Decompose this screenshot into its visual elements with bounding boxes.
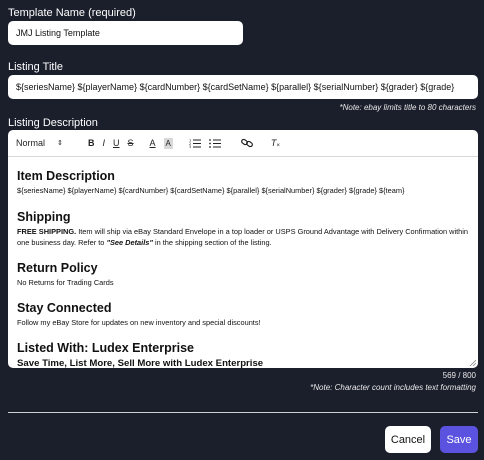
listing-title-input[interactable]: ${seriesName} ${playerName} ${cardNumber… (8, 75, 478, 99)
save-button[interactable]: Save (440, 426, 478, 453)
return-policy-text: No Returns for Trading Cards (17, 278, 114, 287)
svg-text:3: 3 (189, 145, 191, 148)
editor-content[interactable]: Item Description ${seriesName} ${playerN… (8, 157, 478, 368)
clear-format-button[interactable]: T × (271, 135, 280, 151)
bold-button[interactable]: B (88, 135, 95, 151)
shipping-tail-text: in the shipping section of the listing. (152, 238, 272, 247)
cancel-button[interactable]: Cancel (385, 426, 431, 453)
description-editor[interactable]: Normal ⇕ B I U S A A 123 T × Item Descrip… (8, 130, 478, 368)
character-count-note: *Note: Character count includes text for… (310, 383, 476, 392)
character-counter: 569 / 800 (442, 371, 476, 380)
listing-title-value: ${seriesName} ${playerName} ${cardNumber… (16, 82, 455, 92)
listing-description-label: Listing Description (8, 117, 98, 129)
stay-connected-heading: Stay Connected (17, 301, 112, 315)
underline-button[interactable]: U (113, 135, 120, 151)
listed-with-heading: Listed With: Ludex Enterprise (17, 341, 194, 355)
style-select-value: Normal (16, 138, 46, 148)
title-limit-note: *Note: ebay limits title to 80 character… (339, 103, 476, 112)
highlight-button[interactable]: A (163, 137, 173, 149)
shipping-bold-text: FREE SHIPPING. (17, 227, 77, 236)
template-name-label: Template Name (required) (8, 7, 136, 19)
bullet-list-icon[interactable] (208, 135, 221, 151)
listed-with-text: Save Time, List More, Sell More with Lud… (17, 358, 264, 368)
shipping-heading: Shipping (17, 210, 71, 224)
stay-connected-text: Follow my eBay Store for updates on new … (17, 318, 261, 327)
footer-divider (8, 412, 478, 413)
link-icon[interactable] (240, 135, 253, 151)
resize-handle-icon[interactable] (469, 359, 476, 366)
item-description-text: ${seriesName} ${playerName} ${cardNumber… (17, 186, 405, 195)
see-details-text: "See Details" (106, 238, 153, 247)
font-color-button[interactable]: A (150, 135, 156, 151)
shipping-text: FREE SHIPPING. Item will ship via eBay S… (17, 226, 469, 248)
style-select[interactable]: Normal ⇕ (16, 135, 74, 151)
template-name-value: JMJ Listing Template (16, 28, 100, 38)
item-description-heading: Item Description (17, 169, 115, 183)
template-name-input[interactable]: JMJ Listing Template (8, 21, 243, 45)
ordered-list-icon[interactable]: 123 (189, 135, 201, 151)
listing-title-label: Listing Title (8, 61, 64, 73)
clear-x-icon: × (276, 143, 280, 149)
select-arrows-icon: ⇕ (57, 140, 63, 147)
strike-button[interactable]: S (128, 135, 134, 151)
return-policy-heading: Return Policy (17, 261, 98, 275)
editor-toolbar: Normal ⇕ B I U S A A 123 T × (8, 130, 478, 157)
italic-button[interactable]: I (103, 135, 106, 151)
